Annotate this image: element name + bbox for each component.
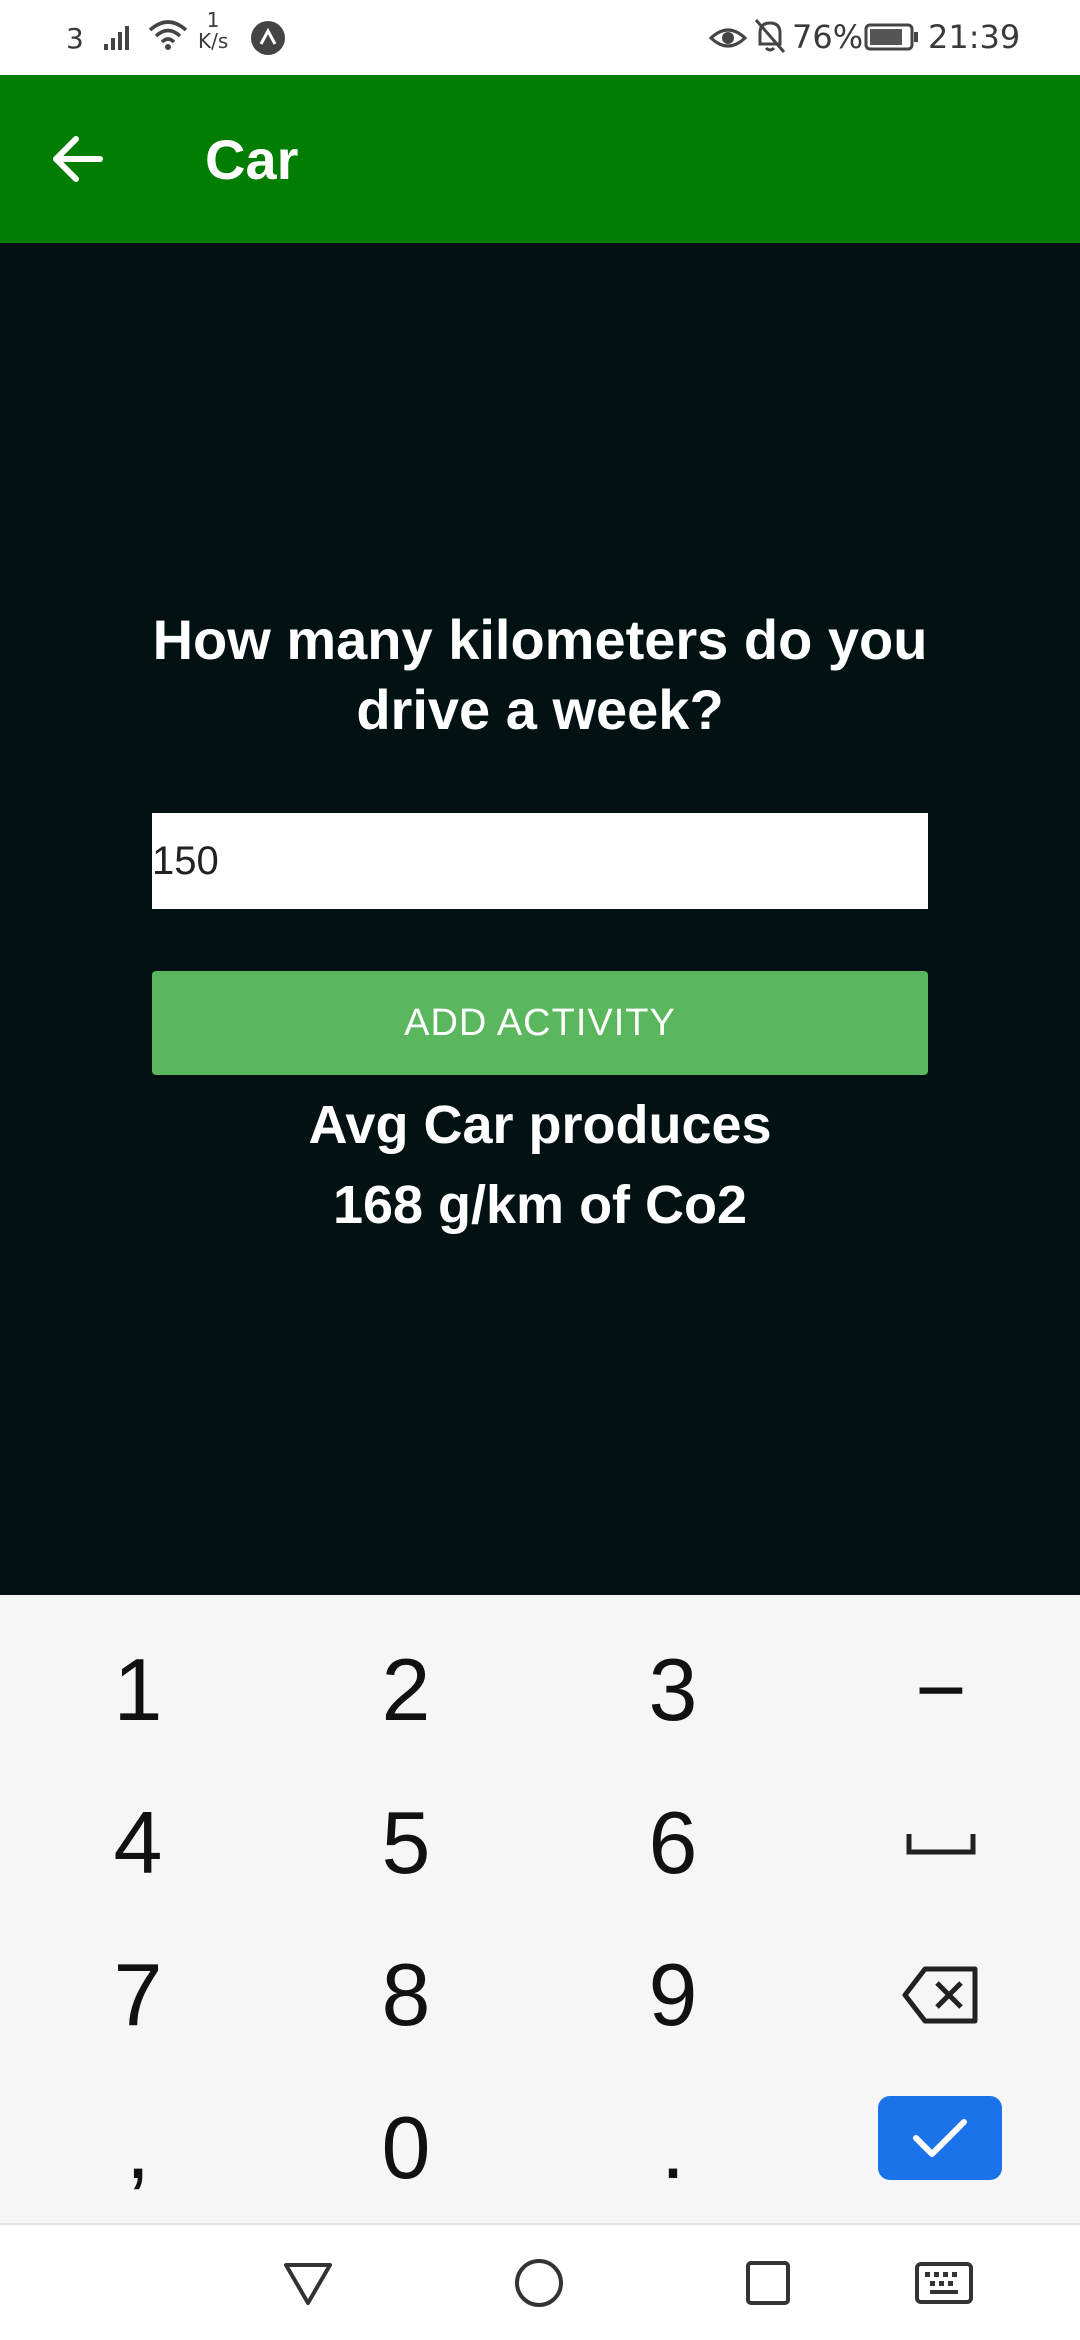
app-notification-icon [250, 20, 286, 60]
key-minus[interactable]: − [841, 1620, 1041, 1760]
system-nav-bar [0, 2223, 1080, 2340]
keyboard-icon [915, 2262, 973, 2304]
key-5[interactable]: 5 [306, 1773, 506, 1913]
key-backspace[interactable] [841, 1925, 1041, 2065]
eye-comfort-icon [708, 18, 748, 62]
battery-icon [864, 22, 920, 56]
nav-keyboard-button[interactable] [912, 2253, 976, 2313]
key-8[interactable]: 8 [306, 1925, 506, 2065]
network-speed-unit: K/s [198, 29, 229, 53]
main-content: How many kilometers do you drive a week?… [0, 243, 1080, 1595]
key-comma[interactable]: , [38, 2078, 238, 2218]
key-dot[interactable]: . [573, 2078, 773, 2218]
emission-info: Avg Car produces 168 g/km of Co2 [140, 1085, 940, 1245]
nav-recents-button[interactable] [738, 2253, 798, 2313]
nav-back-button[interactable] [278, 2253, 338, 2313]
screen: 3 1 K/s 76% 21:39 Car How many kilometer… [0, 0, 1080, 2340]
square-recents-icon [746, 2261, 790, 2305]
circle-home-icon [515, 2259, 563, 2307]
key-done[interactable] [878, 2096, 1002, 2180]
status-bar: 3 1 K/s 76% 21:39 [0, 0, 1080, 75]
arrow-back-icon [53, 136, 103, 182]
back-button[interactable] [30, 117, 126, 201]
nav-home-button[interactable] [509, 2253, 569, 2313]
key-1[interactable]: 1 [38, 1620, 238, 1760]
backspace-icon [902, 1966, 978, 2024]
key-0[interactable]: 0 [306, 2078, 506, 2218]
wifi-icon [146, 16, 190, 60]
key-7[interactable]: 7 [38, 1925, 238, 2065]
key-3[interactable]: 3 [573, 1620, 773, 1760]
app-bar: Car [0, 75, 1080, 243]
check-icon [913, 2119, 967, 2157]
add-activity-button[interactable]: ADD ACTIVITY [152, 971, 928, 1075]
battery-percent: 76% [792, 18, 864, 56]
key-space[interactable] [841, 1773, 1041, 1913]
key-2[interactable]: 2 [306, 1620, 506, 1760]
page-title: Car [205, 128, 299, 191]
question-text: How many kilometers do you drive a week? [152, 608, 928, 741]
clock-time: 21:39 [928, 18, 1021, 56]
key-4[interactable]: 4 [38, 1773, 238, 1913]
triangle-back-icon [284, 2263, 332, 2305]
key-6[interactable]: 6 [573, 1773, 773, 1913]
kilometers-input[interactable] [152, 813, 928, 909]
key-9[interactable]: 9 [573, 1925, 773, 2065]
space-icon [906, 1834, 976, 1855]
numeric-keyboard: 1 2 3 − 4 5 6 7 8 9 , 0 . [0, 1595, 1080, 2223]
emission-info-line2: 168 g/km of Co2 [332, 1175, 748, 1235]
signal-icon [100, 18, 136, 58]
carrier-label: 3 [66, 22, 84, 55]
network-speed: 1 K/s [198, 10, 228, 52]
bell-off-icon [752, 16, 788, 60]
emission-info-line1: Avg Car produces [308, 1095, 772, 1155]
